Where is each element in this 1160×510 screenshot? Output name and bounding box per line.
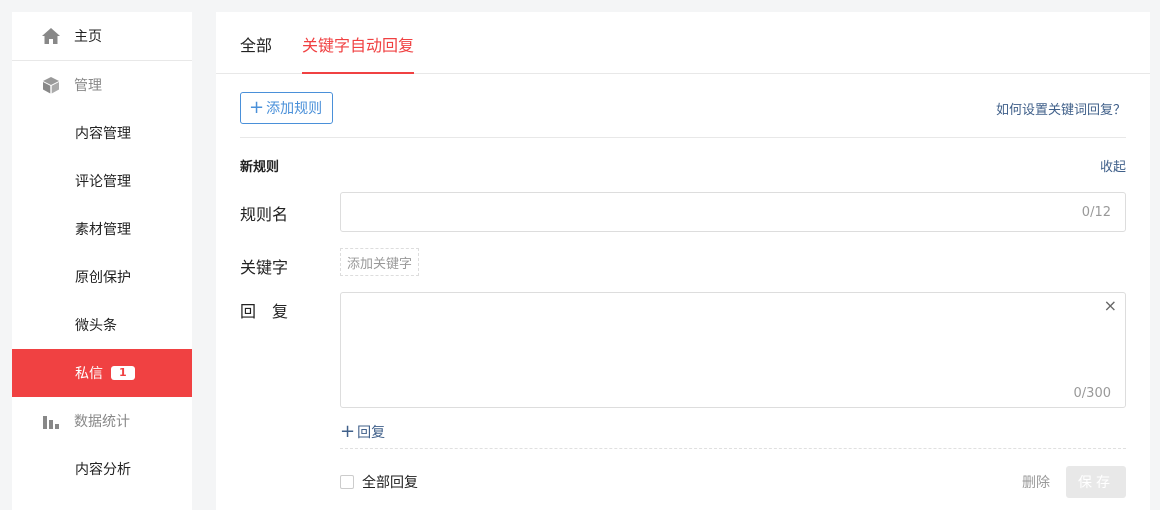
keyword-label: 关键字 <box>240 258 289 277</box>
sidebar-item-label: 私信 <box>75 366 103 382</box>
sidebar-item-content-manage[interactable]: 内容管理 <box>12 109 192 157</box>
dashed-divider <box>340 448 1126 449</box>
toolbar: + 添加规则 如何设置关键词回复？ <box>240 92 1126 138</box>
sidebar-item-label: 数据统计 <box>74 414 130 430</box>
action-row: 全部回复 删除 保存 <box>240 466 1126 498</box>
add-rule-button[interactable]: + 添加规则 <box>240 92 334 124</box>
rule-header: 新规则 收起 <box>240 156 1126 175</box>
sidebar-item-label: 微头条 <box>75 318 117 334</box>
sidebar-item-comment-manage[interactable]: 评论管理 <box>12 157 192 205</box>
reply-counter: 0/300 <box>1073 386 1111 401</box>
reply-row: 回 复 × 0/300 <box>240 292 1126 408</box>
delete-button[interactable]: 删除 <box>1022 472 1050 492</box>
action-bar: 全部回复 删除 保存 <box>340 466 1126 498</box>
tab-bar: 全部 关键字自动回复 <box>216 12 1150 74</box>
cube-icon <box>42 76 60 94</box>
add-reply-label: 回复 <box>357 425 386 441</box>
help-link[interactable]: 如何设置关键词回复？ <box>996 99 1126 118</box>
tab-keyword-auto-reply[interactable]: 关键字自动回复 <box>302 32 415 74</box>
sidebar-item-material-manage[interactable]: 素材管理 <box>12 205 192 253</box>
plus-icon: + <box>249 97 265 118</box>
add-keyword-button[interactable]: 添加关键字 <box>340 248 420 276</box>
save-button[interactable]: 保存 <box>1066 466 1126 498</box>
plus-icon: + <box>340 421 356 442</box>
sidebar-item-original-protect[interactable]: 原创保护 <box>12 253 192 301</box>
keyword-row: 关键字 添加关键字 <box>240 248 1126 277</box>
sidebar-item-label: 原创保护 <box>75 270 131 286</box>
rule-name-counter: 0/12 <box>1081 205 1111 220</box>
rule-name-label: 规则名 <box>240 205 289 224</box>
add-reply-row: + 回复 <box>240 422 1126 444</box>
unread-badge: 1 <box>111 366 135 380</box>
sidebar-group-stats[interactable]: 数据统计 <box>12 397 192 445</box>
sidebar-item-label: 主页 <box>74 29 102 45</box>
bar-chart-icon <box>42 412 60 430</box>
sidebar-group-manage[interactable]: 管理 <box>12 61 192 109</box>
sidebar-item-label: 内容管理 <box>75 126 131 142</box>
sidebar-item-home[interactable]: 主页 <box>12 12 192 60</box>
reply-label: 回 复 <box>240 302 289 321</box>
dash-row <box>240 448 1126 449</box>
add-rule-label: 添加规则 <box>266 101 323 117</box>
collapse-link[interactable]: 收起 <box>1100 156 1126 175</box>
sidebar-item-label: 素材管理 <box>75 222 131 238</box>
add-reply-button[interactable]: + 回复 <box>340 422 385 442</box>
tab-all[interactable]: 全部 <box>240 32 272 74</box>
main-panel: 全部 关键字自动回复 + 添加规则 如何设置关键词回复？ 新规则 收起 规则名 … <box>216 12 1150 510</box>
sidebar-item-messages[interactable]: 私信 1 <box>12 349 192 397</box>
rule-name-row: 规则名 0/12 <box>240 192 1126 232</box>
all-reply-label: 全部回复 <box>362 475 418 491</box>
sidebar-item-label: 管理 <box>74 78 102 94</box>
sidebar-item-micro-headline[interactable]: 微头条 <box>12 301 192 349</box>
sidebar-item-label: 评论管理 <box>75 174 131 190</box>
sidebar-item-label: 内容分析 <box>75 462 131 478</box>
sidebar-item-content-analysis[interactable]: 内容分析 <box>12 445 192 493</box>
sidebar: 主页 管理 内容管理 评论管理 素材管理 原创保护 微头条 私信 1 数据统计 … <box>12 12 192 510</box>
rule-name-input[interactable]: 0/12 <box>340 192 1126 232</box>
home-icon <box>42 27 60 45</box>
close-icon[interactable]: × <box>1104 296 1117 315</box>
all-reply-checkbox[interactable] <box>340 475 354 489</box>
rule-title: 新规则 <box>240 160 280 175</box>
reply-textarea[interactable]: × 0/300 <box>340 292 1126 408</box>
